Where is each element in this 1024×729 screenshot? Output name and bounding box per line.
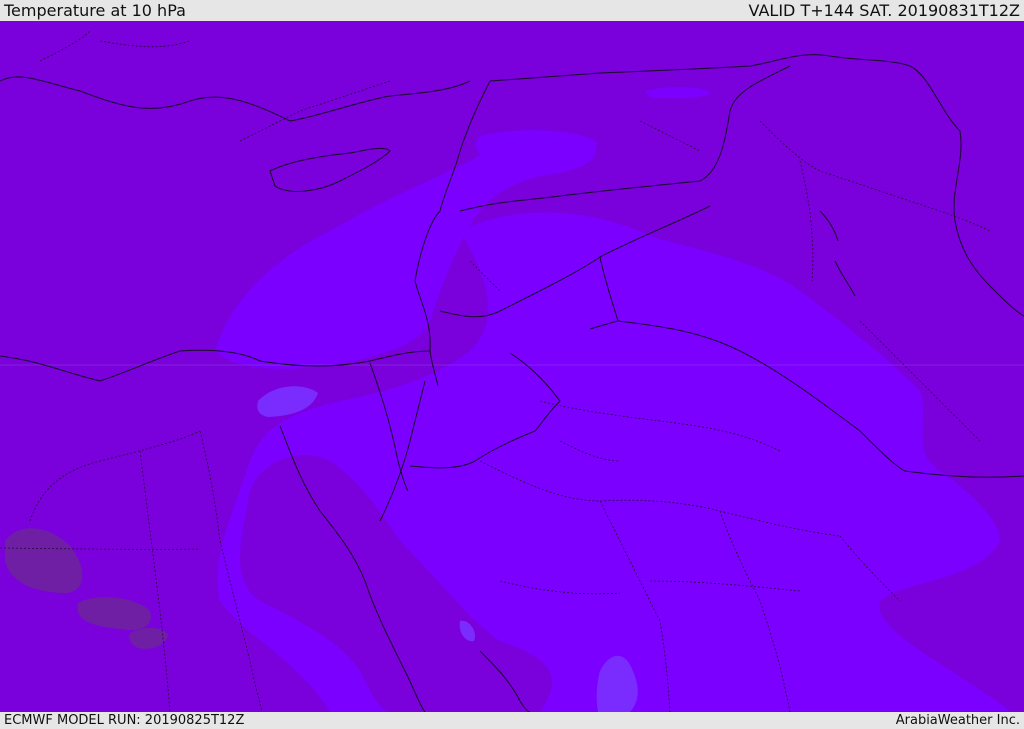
model-run-label: ECMWF MODEL RUN: 20190825T12Z bbox=[4, 713, 245, 728]
header-bar: Temperature at 10 hPa VALID T+144 SAT. 2… bbox=[0, 0, 1024, 21]
valid-time: VALID T+144 SAT. 20190831T12Z bbox=[748, 1, 1020, 20]
map-title: Temperature at 10 hPa bbox=[4, 1, 186, 20]
weather-map[interactable] bbox=[0, 21, 1024, 712]
footer-bar: ECMWF MODEL RUN: 20190825T12Z ArabiaWeat… bbox=[0, 712, 1024, 729]
map-canvas bbox=[0, 21, 1024, 712]
credit-label: ArabiaWeather Inc. bbox=[895, 713, 1020, 728]
